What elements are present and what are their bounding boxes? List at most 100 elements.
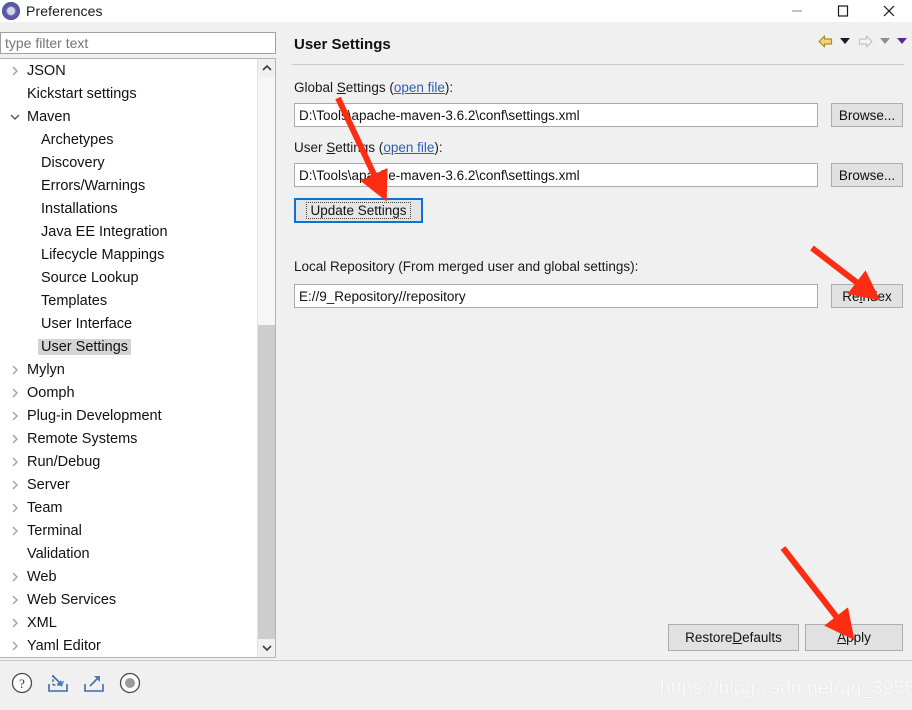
reindex-label-pre: Re <box>842 288 860 304</box>
chevron-right-icon[interactable] <box>6 65 24 76</box>
apply-label-mnemonic: A <box>837 630 847 645</box>
maximize-button[interactable] <box>820 0 866 22</box>
sidebar-item-label: User Interface <box>41 315 133 332</box>
sidebar-item-mylyn[interactable]: Mylyn <box>0 358 256 381</box>
sidebar-item-discovery[interactable]: Discovery <box>0 151 256 174</box>
user-settings-open-file-link[interactable]: open file <box>383 140 434 155</box>
sidebar-item-source-lookup[interactable]: Source Lookup <box>0 266 256 289</box>
sidebar-item-web-services[interactable]: Web Services <box>0 588 256 611</box>
export-icon[interactable] <box>82 671 106 695</box>
sidebar-item-xml[interactable]: XML <box>0 611 256 634</box>
sidebar-item-label: Yaml Editor <box>27 637 101 654</box>
apply-label-post: pply <box>846 630 871 645</box>
chevron-right-icon[interactable] <box>6 617 24 628</box>
import-icon[interactable] <box>46 671 70 695</box>
sidebar-item-label: Remote Systems <box>27 430 138 447</box>
sidebar-item-archetypes[interactable]: Archetypes <box>0 128 256 151</box>
sidebar-item-server[interactable]: Server <box>0 473 256 496</box>
sidebar-item-web[interactable]: Web <box>0 565 256 588</box>
minimize-button[interactable] <box>774 0 820 22</box>
user-settings-browse-button[interactable]: Browse... <box>831 163 903 187</box>
back-dropdown-icon[interactable] <box>837 31 853 51</box>
window-title: Preferences <box>26 3 103 19</box>
chevron-right-icon[interactable] <box>6 387 24 398</box>
svg-text:?: ? <box>19 676 25 691</box>
back-arrow-icon[interactable] <box>814 31 836 51</box>
close-button[interactable] <box>866 0 912 22</box>
sidebar-item-label: XML <box>27 614 57 631</box>
sidebar-item-label: Oomph <box>27 384 75 401</box>
sidebar-item-label: Server <box>27 476 70 493</box>
update-settings-button[interactable]: Update Settings <box>294 198 423 223</box>
sidebar-item-java-ee-integration[interactable]: Java EE Integration <box>0 220 256 243</box>
user-settings-path-input[interactable] <box>294 163 818 187</box>
restore-defaults-button[interactable]: Restore Defaults <box>668 624 799 651</box>
record-icon[interactable] <box>118 671 142 695</box>
sidebar-item-maven[interactable]: Maven <box>0 105 256 128</box>
global-settings-label-mnemonic: S <box>336 80 346 95</box>
view-menu-dropdown-icon[interactable] <box>894 31 910 51</box>
chevron-right-icon[interactable] <box>6 502 24 513</box>
sidebar-item-label: Java EE Integration <box>41 223 168 240</box>
chevron-right-icon[interactable] <box>6 640 24 651</box>
help-icon[interactable]: ? <box>10 671 34 695</box>
sidebar-item-label: Mylyn <box>27 361 65 378</box>
footer-icon-group: ? <box>10 671 142 695</box>
chevron-right-icon[interactable] <box>6 364 24 375</box>
sidebar-item-templates[interactable]: Templates <box>0 289 256 312</box>
preferences-icon <box>2 2 20 20</box>
tree-scrollbar[interactable] <box>257 59 275 657</box>
local-repository-label: Local Repository (From merged user and g… <box>294 259 639 274</box>
global-settings-label-pre: Global <box>294 80 337 95</box>
sidebar-item-label: Templates <box>41 292 108 309</box>
chevron-right-icon[interactable] <box>6 525 24 536</box>
sidebar-item-terminal[interactable]: Terminal <box>0 519 256 542</box>
title-bar: Preferences <box>0 0 912 22</box>
sidebar-item-label: User Settings <box>38 338 132 355</box>
sidebar-item-run-debug[interactable]: Run/Debug <box>0 450 256 473</box>
sidebar-item-label: Maven <box>27 108 71 125</box>
global-settings-open-file-link[interactable]: open file <box>394 80 445 95</box>
restore-defaults-label-mnemonic: D <box>732 630 743 645</box>
filter-input[interactable] <box>0 32 276 54</box>
sidebar-item-validation[interactable]: Validation <box>0 542 256 565</box>
sidebar-item-errors-warnings[interactable]: Errors/Warnings <box>0 174 256 197</box>
sidebar-item-json[interactable]: JSON <box>0 59 256 82</box>
user-settings-label-post: ettings ( <box>335 140 384 155</box>
sidebar-item-oomph[interactable]: Oomph <box>0 381 256 404</box>
sidebar-item-installations[interactable]: Installations <box>0 197 256 220</box>
sidebar-item-lifecycle-mappings[interactable]: Lifecycle Mappings <box>0 243 256 266</box>
apply-button[interactable]: Apply <box>805 624 903 651</box>
chevron-right-icon[interactable] <box>6 433 24 444</box>
sidebar-item-label: Lifecycle Mappings <box>41 246 165 263</box>
sidebar-item-kickstart-settings[interactable]: Kickstart settings <box>0 82 256 105</box>
scroll-up-icon[interactable] <box>258 59 275 77</box>
chevron-right-icon[interactable] <box>6 410 24 421</box>
sidebar-item-label: Errors/Warnings <box>41 177 146 194</box>
sidebar-item-label: Archetypes <box>41 131 114 148</box>
reindex-button[interactable]: Re i ndex <box>831 284 903 308</box>
sidebar-item-label: Web <box>27 568 57 585</box>
user-settings-label-end: ): <box>434 140 443 155</box>
scrollbar-thumb[interactable] <box>258 325 275 639</box>
forward-dropdown-icon[interactable] <box>877 31 893 51</box>
sidebar-item-yaml-editor[interactable]: Yaml Editor <box>0 634 256 657</box>
scrollbar-track[interactable] <box>258 77 275 639</box>
scroll-down-icon[interactable] <box>258 639 275 657</box>
chevron-right-icon[interactable] <box>6 479 24 490</box>
chevron-right-icon[interactable] <box>6 594 24 605</box>
global-settings-path-input[interactable] <box>294 103 818 127</box>
sidebar-item-user-interface[interactable]: User Interface <box>0 312 256 335</box>
sidebar-item-label: JSON <box>27 62 66 79</box>
global-settings-browse-button[interactable]: Browse... <box>831 103 903 127</box>
forward-arrow-icon[interactable] <box>854 31 876 51</box>
sidebar-item-remote-systems[interactable]: Remote Systems <box>0 427 256 450</box>
sidebar-item-plug-in-development[interactable]: Plug-in Development <box>0 404 256 427</box>
sidebar-item-team[interactable]: Team <box>0 496 256 519</box>
chevron-down-icon[interactable] <box>6 112 24 122</box>
page-title-divider <box>292 64 904 65</box>
chevron-right-icon[interactable] <box>6 456 24 467</box>
local-repository-input[interactable] <box>294 284 818 308</box>
sidebar-item-user-settings[interactable]: User Settings <box>0 335 256 358</box>
chevron-right-icon[interactable] <box>6 571 24 582</box>
